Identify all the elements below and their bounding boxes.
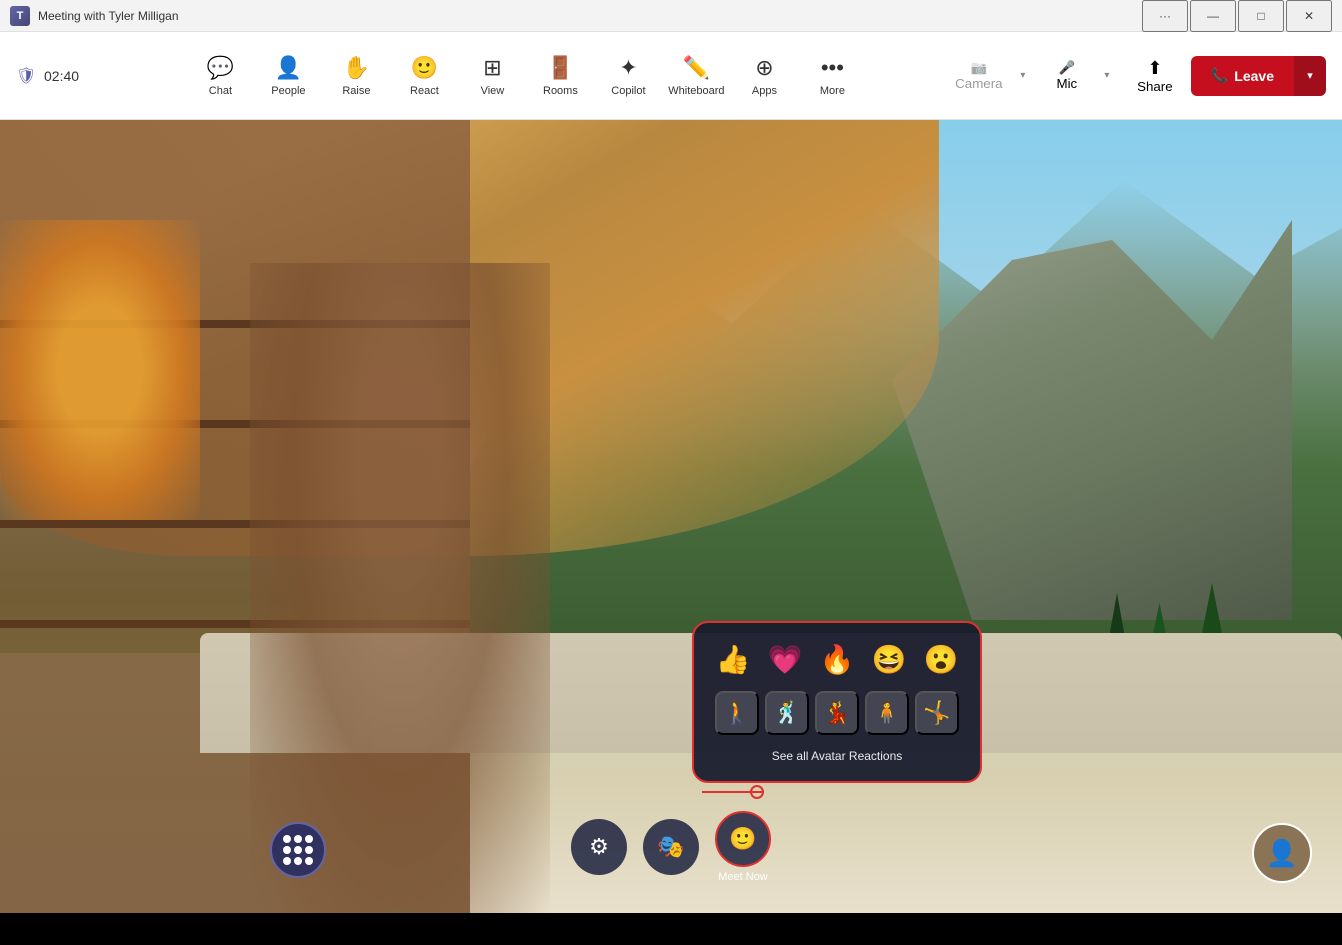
wow-emoji-button[interactable]: 😮 <box>919 637 963 681</box>
chat-button[interactable]: 💬 Chat <box>188 40 252 112</box>
avatar-settings-icon: ⚙ <box>589 834 609 860</box>
copilot-icon: ✦ <box>619 55 637 81</box>
heart-emoji-button[interactable]: 💗 <box>763 637 807 681</box>
main-content: 👍 💗 🔥 😆 😮 🚶 🕺 💃 🧍 🤸 See all Avatar React… <box>0 120 1342 913</box>
raise-icon: ✋ <box>343 55 370 81</box>
more-label: More <box>820 85 845 97</box>
avatar-toggle-button[interactable]: 🎭 <box>643 819 699 875</box>
chat-icon: 💬 <box>207 55 234 81</box>
toolbar-center: 💬 Chat 👤 People ✋ Raise 🙂 React ⊞ View 🚪… <box>110 40 943 112</box>
copilot-label: Copilot <box>611 85 645 97</box>
view-icon: ⊞ <box>483 55 501 81</box>
window-close-button[interactable]: ✕ <box>1286 0 1332 32</box>
mic-chevron-button[interactable]: ▾ <box>1095 40 1119 112</box>
whiteboard-button[interactable]: ✏️ Whiteboard <box>664 40 728 112</box>
copilot-button[interactable]: ✦ Copilot <box>596 40 660 112</box>
indicator-dot <box>750 785 764 799</box>
leave-button[interactable]: 📞 Leave <box>1191 56 1294 96</box>
avatar-reaction-5[interactable]: 🤸 <box>915 691 959 735</box>
people-label: People <box>271 85 305 97</box>
bottom-controls: ⚙ 🎭 🙂 Meet Now <box>571 811 771 883</box>
security-shield-icon: 🛡 <box>16 66 36 86</box>
camera-button[interactable]: 📷 Camera <box>947 40 1011 112</box>
laugh-emoji-button[interactable]: 😆 <box>867 637 911 681</box>
dots-grid-icon <box>283 835 313 865</box>
people-button[interactable]: 👤 People <box>256 40 320 112</box>
title-bar: T Meeting with Tyler Milligan ··· — □ ✕ <box>0 0 1342 32</box>
avatar-reaction-4[interactable]: 🧍 <box>865 691 909 735</box>
whiteboard-icon: ✏️ <box>683 55 710 81</box>
chat-label: Chat <box>209 85 232 97</box>
camera-chevron-button[interactable]: ▾ <box>1011 40 1035 112</box>
apps-label: Apps <box>752 85 777 97</box>
window-minimize-button[interactable]: — <box>1190 0 1236 32</box>
avatar-toggle-wrap: 🎭 <box>643 819 699 875</box>
mic-label: Mic <box>1056 76 1077 91</box>
view-label: View <box>481 85 505 97</box>
mic-icon: 🎤 <box>1059 60 1076 76</box>
autumn-tree-foliage <box>0 220 200 520</box>
share-icon: ⬆ <box>1147 58 1162 79</box>
avatar-character <box>200 163 600 913</box>
reaction-control-wrap: 🙂 Meet Now <box>715 811 771 883</box>
user-avatar-corner[interactable]: 👤 <box>1252 823 1312 883</box>
avatar-reaction-1[interactable]: 🚶 <box>715 691 759 735</box>
share-label: Share <box>1137 79 1173 94</box>
window-maximize-button[interactable]: □ <box>1238 0 1284 32</box>
avatar-reactions-row: 🚶 🕺 💃 🧍 🤸 <box>708 691 966 735</box>
leave-group: 📞 Leave ▾ <box>1191 56 1326 96</box>
reaction-panel: 👍 💗 🔥 😆 😮 🚶 🕺 💃 🧍 🤸 See all Avatar React… <box>692 621 982 783</box>
meet-now-label: Meet Now <box>718 871 768 883</box>
leave-label: Leave <box>1234 68 1274 84</box>
avatar-settings-wrap: ⚙ <box>571 819 627 875</box>
reaction-control-button[interactable]: 🙂 <box>715 811 771 867</box>
toolbar-left: 🛡 02:40 <box>16 66 106 86</box>
avatar-body <box>250 263 550 913</box>
reaction-emoji-row: 👍 💗 🔥 😆 😮 <box>708 637 966 681</box>
react-icon: 🙂 <box>411 55 438 81</box>
rooms-label: Rooms <box>543 85 578 97</box>
toolbar: 🛡 02:40 💬 Chat 👤 People ✋ Raise 🙂 React … <box>0 32 1342 120</box>
fire-emoji-button[interactable]: 🔥 <box>815 637 859 681</box>
window-more-button[interactable]: ··· <box>1142 0 1188 32</box>
whiteboard-label: Whiteboard <box>668 85 724 97</box>
view-button[interactable]: ⊞ View <box>460 40 524 112</box>
more-icon: ••• <box>821 55 844 81</box>
more-button[interactable]: ••• More <box>800 40 864 112</box>
mic-group: 🎤 Mic ▾ <box>1039 40 1119 112</box>
apps-icon: ⊕ <box>755 55 773 81</box>
camera-label: Camera <box>955 76 1002 91</box>
avatar-settings-button[interactable]: ⚙ <box>571 819 627 875</box>
avatar-toggle-icon: 🎭 <box>657 834 684 860</box>
raise-button[interactable]: ✋ Raise <box>324 40 388 112</box>
avatar-menu-button[interactable] <box>270 822 326 878</box>
camera-group: 📷 Camera ▾ <box>947 40 1035 112</box>
teams-app-icon: T <box>10 6 30 26</box>
people-icon: 👤 <box>275 55 302 81</box>
thumbsup-emoji-button[interactable]: 👍 <box>711 637 755 681</box>
meeting-timer: 02:40 <box>44 68 79 84</box>
mic-button[interactable]: 🎤 Mic <box>1039 40 1095 112</box>
window-title: Meeting with Tyler Milligan <box>38 9 1134 23</box>
window-controls: ··· — □ ✕ <box>1142 0 1332 32</box>
rooms-icon: 🚪 <box>547 55 574 81</box>
avatar-reaction-2[interactable]: 🕺 <box>765 691 809 735</box>
apps-button[interactable]: ⊕ Apps <box>732 40 796 112</box>
react-button[interactable]: 🙂 React <box>392 40 456 112</box>
reaction-control-icon: 🙂 <box>729 826 756 852</box>
avatar-reaction-3[interactable]: 💃 <box>815 691 859 735</box>
leave-phone-icon: 📞 <box>1211 67 1228 84</box>
raise-label: Raise <box>342 85 370 97</box>
camera-icon: 📷 <box>971 60 988 76</box>
toolbar-right: 📷 Camera ▾ 🎤 Mic ▾ ⬆ Share 📞 Leave ▾ <box>947 40 1326 112</box>
react-label: React <box>410 85 439 97</box>
leave-chevron-button[interactable]: ▾ <box>1294 56 1326 96</box>
see-all-avatar-reactions[interactable]: See all Avatar Reactions <box>708 745 966 767</box>
rooms-button[interactable]: 🚪 Rooms <box>528 40 592 112</box>
share-button[interactable]: ⬆ Share <box>1123 40 1187 112</box>
